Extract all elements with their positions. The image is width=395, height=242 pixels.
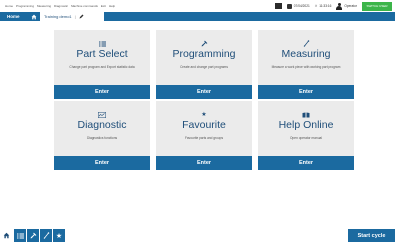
user-icon bbox=[336, 2, 343, 10]
enter-diagnostic-button[interactable]: Enter bbox=[54, 156, 150, 170]
tile-title: Help Online bbox=[278, 119, 334, 131]
tile-title: Diagnostic bbox=[77, 119, 127, 131]
enter-favourite-button[interactable]: Enter bbox=[156, 156, 252, 170]
measuring-icon bbox=[258, 40, 354, 47]
clock-icon: ⏱ bbox=[314, 4, 318, 8]
breadcrumb-label: Training demo1 bbox=[44, 14, 72, 19]
home-icon[interactable] bbox=[0, 229, 13, 242]
menu-item-diagnostic[interactable]: Diagnostic bbox=[54, 4, 68, 8]
menu-items: Home Programming Measuring Diagnostic Ma… bbox=[5, 4, 115, 8]
user-display[interactable]: Operator bbox=[336, 2, 357, 10]
tile-description: Open operator manual bbox=[290, 136, 322, 140]
date-display: 07/04/2021 bbox=[286, 3, 310, 9]
nav-home-label[interactable]: Home bbox=[0, 14, 30, 19]
tile-programming: Programming Create and change part progr… bbox=[156, 30, 252, 99]
star-icon[interactable]: ★ bbox=[52, 229, 65, 242]
menubar: Home Programming Measuring Diagnostic Ma… bbox=[0, 0, 395, 12]
part-select-icon[interactable] bbox=[13, 229, 26, 242]
enter-programming-button[interactable]: Enter bbox=[156, 85, 252, 99]
calendar-icon bbox=[286, 3, 292, 9]
breadcrumb[interactable]: Training demo1 | bbox=[40, 12, 104, 21]
tile-help-online: Help Online Open operator manual Enter bbox=[258, 101, 354, 170]
tile-description: Measure a work piece with working part p… bbox=[271, 65, 341, 69]
measuring-icon[interactable] bbox=[39, 229, 52, 242]
part-select-icon bbox=[54, 40, 150, 47]
star-icon: ★ bbox=[201, 112, 207, 118]
network-icon[interactable] bbox=[274, 3, 282, 9]
tile-title: Part Select bbox=[76, 48, 128, 60]
navbar: Home Training demo1 | bbox=[0, 12, 395, 21]
programming-icon bbox=[156, 40, 252, 47]
tile-description: Favourite parts and groups bbox=[184, 136, 224, 140]
help-icon bbox=[258, 111, 354, 118]
menu-item-measuring[interactable]: Measuring bbox=[37, 4, 51, 8]
tile-title: Programming bbox=[172, 48, 236, 60]
date-text: 07/04/2021 bbox=[293, 4, 310, 8]
switch-user-button[interactable]: SWITCH USER bbox=[362, 1, 392, 11]
enter-measuring-button[interactable]: Enter bbox=[258, 85, 354, 99]
programming-icon[interactable] bbox=[26, 229, 39, 242]
tile-measuring: Measuring Measure a work piece with work… bbox=[258, 30, 354, 99]
tile-title: Favourite bbox=[182, 119, 226, 131]
menu-item-machine-commands[interactable]: Machine commands bbox=[71, 4, 98, 8]
breadcrumb-separator: | bbox=[74, 14, 76, 19]
time-display: ⏱ 11:33:16 bbox=[315, 4, 332, 8]
tile-description: Diagnostics functions bbox=[86, 136, 118, 140]
bottom-toolbar: ★ Start cycle bbox=[0, 229, 395, 242]
home-icon[interactable] bbox=[30, 12, 38, 21]
tile-diagnostic: Diagnostic Diagnostics functions Enter bbox=[54, 101, 150, 170]
menu-item-programming[interactable]: Programming bbox=[16, 4, 34, 8]
diagnostic-icon bbox=[54, 111, 150, 118]
menu-item-help[interactable]: Help bbox=[109, 4, 115, 8]
tile-part-select: Part Select Change part program and Expo… bbox=[54, 30, 150, 99]
tile-description: Change part program and Export statistic… bbox=[69, 65, 135, 69]
menu-item-home[interactable]: Home bbox=[5, 4, 13, 8]
time-text: 11:33:16 bbox=[319, 4, 332, 8]
menu-item-exit[interactable]: Exit bbox=[101, 4, 106, 8]
edit-icon[interactable] bbox=[79, 14, 84, 20]
user-text: Operator bbox=[344, 4, 357, 8]
start-cycle-button[interactable]: Start cycle bbox=[348, 229, 395, 242]
tile-favourite: ★ Favourite Favourite parts and groups E… bbox=[156, 101, 252, 170]
tile-description: Create and change part programs bbox=[180, 65, 228, 69]
enter-part-select-button[interactable]: Enter bbox=[54, 85, 150, 99]
menubar-status: 07/04/2021 ⏱ 11:33:16 Operator SWITCH US… bbox=[274, 0, 395, 12]
tile-title: Measuring bbox=[281, 48, 331, 60]
enter-help-online-button[interactable]: Enter bbox=[258, 156, 354, 170]
